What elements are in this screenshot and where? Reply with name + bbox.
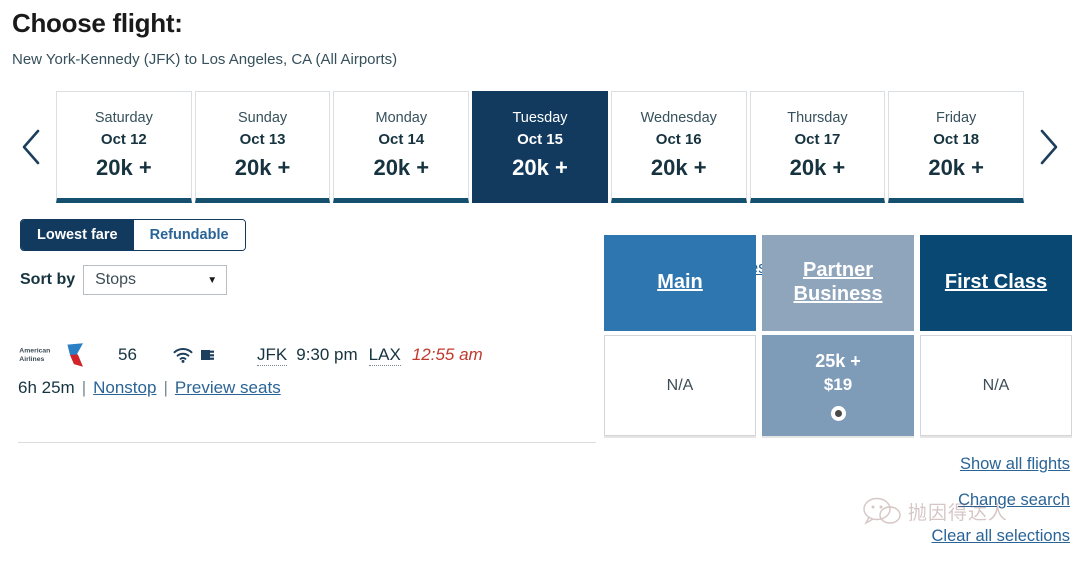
departure-airport-code[interactable]: JFK xyxy=(257,345,288,366)
date-selector-strip: Saturday Oct 12 20k + Sunday Oct 13 20k + Mond… xyxy=(0,91,1080,203)
date-card[interactable]: Wednesday Oct 16 20k + xyxy=(610,91,747,203)
sort-by-value: Stops xyxy=(95,271,137,288)
left-controls: Lowest fare Refundable Sort by Stops ▼ xyxy=(20,219,605,295)
date-card-dow: Sunday xyxy=(237,110,288,126)
date-card-dow: Monday xyxy=(375,110,428,126)
flight-row-secondary: 6h 25m | Nonstop | Preview seats xyxy=(18,378,600,398)
chevron-right-icon xyxy=(1040,129,1058,165)
route-summary: New York-Kennedy (JFK) to Los Angeles, C… xyxy=(12,51,398,68)
cabin-header[interactable]: Partner Business xyxy=(762,235,914,331)
prev-dates-button[interactable] xyxy=(6,91,56,203)
date-card-date: Oct 13 xyxy=(239,130,286,148)
preview-seats-link[interactable]: Preview seats xyxy=(175,378,281,398)
svg-text:Airlines: Airlines xyxy=(19,356,44,363)
arrival-time: 12:55 am xyxy=(411,345,483,364)
date-card-date: Oct 16 xyxy=(655,130,702,148)
fare-cell[interactable]: 25k + $19 xyxy=(762,335,914,436)
date-card[interactable]: Monday Oct 14 20k + xyxy=(333,91,470,203)
wechat-icon xyxy=(863,497,901,525)
cabin-header[interactable]: First Class xyxy=(920,235,1072,331)
cabin-column: Main N/A xyxy=(604,235,756,436)
departure-time: 9:30 pm xyxy=(296,345,358,364)
power-outlet-icon xyxy=(201,350,214,360)
date-card-miles: 20k + xyxy=(650,155,707,181)
date-card-miles: 20k + xyxy=(928,155,984,181)
flight-duration: 6h 25m xyxy=(18,378,75,397)
date-card-list: Saturday Oct 12 20k + Sunday Oct 13 20k + Mond… xyxy=(56,91,1025,203)
date-card-miles: 20k + xyxy=(373,155,430,181)
date-card-miles: 20k + xyxy=(512,155,568,181)
cabin-column: First Class N/A xyxy=(920,235,1072,436)
date-card[interactable]: Tuesday Oct 15 20k + xyxy=(472,91,608,203)
bottom-link[interactable]: Show all flights xyxy=(932,455,1070,474)
sort-by-select[interactable]: Stops ▼ xyxy=(83,265,228,295)
sort-by-label: Sort by xyxy=(20,271,76,288)
flight-row: American Airlines 56 JFK 9:30 pm LAX 12:… xyxy=(18,340,600,398)
bottom-links: Show all flights Change search Clear all s… xyxy=(932,455,1070,546)
date-card-date: Oct 18 xyxy=(933,130,980,148)
date-card-dow: Thursday xyxy=(787,110,848,126)
date-card-miles: 20k + xyxy=(789,155,846,181)
cabin-column: Partner Business 25k + $19 xyxy=(762,235,914,436)
fare-cash: $19 xyxy=(823,374,853,394)
fare-cell[interactable]: N/A xyxy=(920,335,1072,436)
next-dates-button[interactable] xyxy=(1024,91,1074,203)
toggle-lowest-fare[interactable]: Lowest fare xyxy=(21,220,134,250)
fare-cell[interactable]: N/A xyxy=(604,335,756,436)
page-header: Choose flight: New York-Kennedy (JFK) to… xyxy=(0,0,1080,68)
date-card-date: Oct 17 xyxy=(794,130,841,148)
flight-row-divider xyxy=(18,442,596,443)
date-card[interactable]: Thursday Oct 17 20k + xyxy=(749,91,886,203)
fare-type-toggle: Lowest fare Refundable xyxy=(20,219,246,251)
toggle-refundable[interactable]: Refundable xyxy=(133,220,245,250)
date-card-dow: Saturday xyxy=(94,110,153,126)
amenity-icons xyxy=(173,347,233,363)
sort-row: Sort by Stops ▼ xyxy=(20,265,605,295)
flight-row-primary: American Airlines 56 JFK 9:30 pm LAX 12:… xyxy=(18,340,600,370)
date-card[interactable]: Sunday Oct 13 20k + xyxy=(194,91,331,203)
separator-1: | xyxy=(81,378,87,397)
fare-radio-selected[interactable] xyxy=(830,405,846,421)
fare-unavailable: N/A xyxy=(666,376,694,394)
american-airlines-logo: American Airlines xyxy=(19,343,83,367)
svg-text:American: American xyxy=(19,347,50,354)
cabin-columns: Main N/A Partner Business 25k + $19 First Cla… xyxy=(604,235,1072,436)
bottom-link[interactable]: Change search xyxy=(932,491,1070,510)
date-card-dow: Friday xyxy=(936,110,977,126)
date-card-date: Oct 14 xyxy=(378,130,425,148)
cabin-name: Partner Business xyxy=(793,259,883,305)
caret-down-icon: ▼ xyxy=(207,274,218,286)
separator-2: | xyxy=(163,378,168,397)
wifi-icon xyxy=(173,348,193,363)
fare-miles: 25k + xyxy=(815,351,861,372)
date-card-miles: 20k + xyxy=(234,155,291,181)
page-title: Choose flight: xyxy=(12,8,183,38)
chevron-left-icon xyxy=(22,129,40,165)
arrival-airport-code[interactable]: LAX xyxy=(368,345,401,366)
bottom-link[interactable]: Clear all selections xyxy=(932,527,1070,546)
date-card-dow: Tuesday xyxy=(512,110,568,126)
cabin-header[interactable]: Main xyxy=(604,235,756,331)
date-card-date: Oct 15 xyxy=(517,130,563,148)
date-card-miles: 20k + xyxy=(96,155,152,181)
date-card-dow: Wednesday xyxy=(640,110,717,126)
cabin-name: Main xyxy=(657,271,703,294)
fare-unavailable: N/A xyxy=(982,376,1010,394)
stops-link[interactable]: Nonstop xyxy=(93,378,156,398)
date-card[interactable]: Saturday Oct 12 20k + xyxy=(56,91,192,203)
cabin-name: First Class xyxy=(944,271,1048,294)
flight-number: 56 xyxy=(118,345,137,364)
date-card-date: Oct 12 xyxy=(100,130,147,148)
date-card[interactable]: Friday Oct 18 20k + xyxy=(888,91,1025,203)
